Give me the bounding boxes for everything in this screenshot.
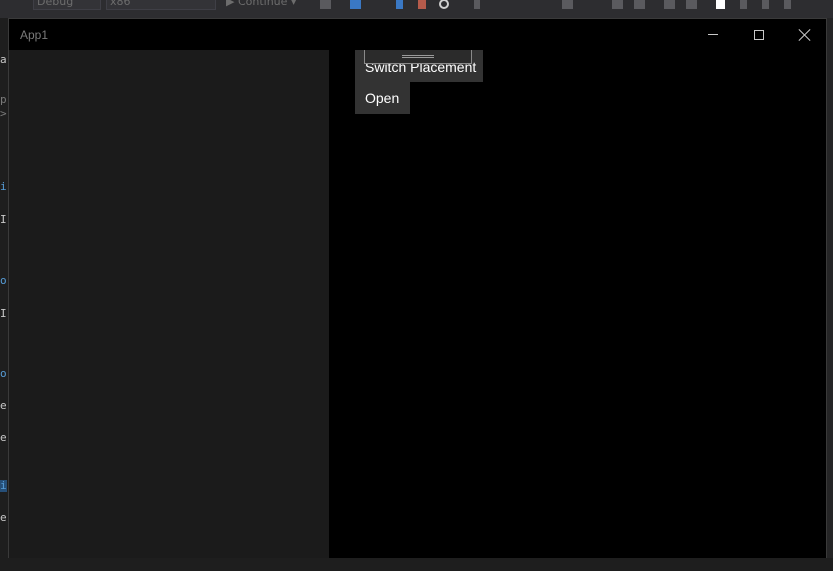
app-window: App1 Switch Placement Open [8,18,827,558]
breakpoint-toggle-icon[interactable] [562,0,573,9]
maximize-icon [754,29,764,40]
continue-button[interactable]: ▶ Continue ▾ [226,0,296,9]
minimize-icon [708,34,718,35]
gutter-char: e [0,511,7,524]
bookmark-prev-icon[interactable] [740,0,747,9]
close-icon [799,29,811,41]
split-view-pane [9,50,329,558]
window-title: App1 [20,28,49,42]
uncomment-icon[interactable] [634,0,645,9]
bookmark-icon[interactable] [716,0,725,9]
restart-icon[interactable] [439,0,449,9]
bookmark-folder-icon[interactable] [784,0,791,9]
save-icon[interactable] [350,0,361,9]
solution-configuration-combo[interactable]: Debug [33,0,101,10]
gutter-char: i [0,180,7,193]
gutter-char: I [0,307,7,320]
gutter-char: e [0,399,7,412]
flyout-stub[interactable] [364,50,472,64]
ide-right-panel [826,18,833,571]
title-bar[interactable]: App1 [9,19,826,50]
ide-status-area [0,558,833,571]
pause-icon[interactable] [396,0,403,9]
comment-icon[interactable] [612,0,623,9]
step-icon[interactable] [474,0,480,9]
split-view-content: Switch Placement Open [329,50,826,558]
gutter-char: o [0,367,7,380]
minimize-button[interactable] [690,19,736,50]
outdent-icon[interactable] [686,0,697,9]
stop-icon[interactable] [418,0,426,9]
ide-toolbar: Debug x86 ▶ Continue ▾ [0,0,833,18]
gutter-char: I [0,213,7,226]
gutter-char: > [0,107,7,120]
grip-icon[interactable] [402,55,434,58]
gutter-char: o [0,274,7,287]
gutter-char: p [0,93,7,106]
gutter-char: e [0,431,7,444]
gutter-char: i [0,479,7,492]
open-button[interactable]: Open [355,82,410,114]
gutter-char: a [0,53,7,66]
indent-icon[interactable] [664,0,675,9]
close-button[interactable] [782,19,828,50]
bookmark-next-icon[interactable] [762,0,769,9]
maximize-button[interactable] [736,19,782,50]
solution-platform-combo[interactable]: x86 [106,0,216,10]
find-icon[interactable] [320,0,331,9]
ide-editor-gutter: a p > i I o I o e e i e [0,18,8,571]
